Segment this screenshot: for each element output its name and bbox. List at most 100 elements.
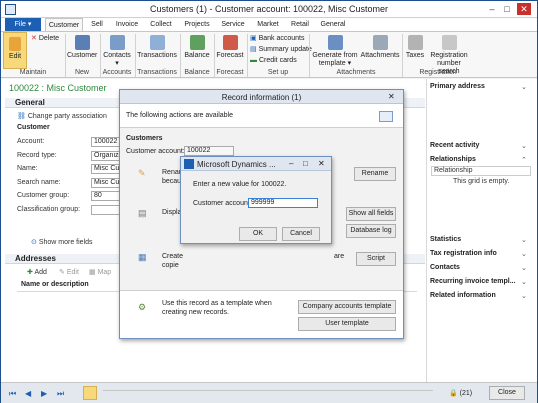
- classification-group-field[interactable]: [91, 205, 121, 215]
- chevron-up-icon[interactable]: ⌃: [521, 156, 527, 164]
- name-field[interactable]: Misc Cus: [91, 164, 121, 174]
- chevron-down-icon[interactable]: ⌄: [521, 264, 527, 272]
- customer-account-readonly: 100022: [184, 146, 234, 156]
- template-icon: ⚙: [138, 302, 147, 312]
- database-log-button[interactable]: Database log: [346, 224, 396, 238]
- chevron-down-icon[interactable]: ⌄: [521, 292, 527, 300]
- tab-sell[interactable]: Sell: [85, 18, 109, 31]
- generate-template-button[interactable]: Generate from template ▾: [312, 35, 358, 68]
- tab-customer[interactable]: Customer: [45, 18, 83, 31]
- attachments-button[interactable]: Attachments: [360, 35, 400, 60]
- dialog-close-button[interactable]: ✕: [388, 92, 395, 101]
- show-all-fields-button[interactable]: Show all fields: [346, 207, 396, 221]
- tab-market[interactable]: Market: [254, 18, 282, 31]
- group-setup: Set up: [267, 69, 289, 76]
- delete-button[interactable]: ✕ Delete: [31, 34, 59, 43]
- add-address-button[interactable]: ✚ Add: [27, 268, 47, 276]
- separator: [65, 34, 66, 77]
- pencil-icon: ✎: [59, 269, 65, 276]
- taxes-button[interactable]: Taxes: [404, 35, 426, 60]
- cancel-button[interactable]: Cancel: [282, 227, 320, 241]
- create-description-2: copie: [162, 262, 179, 269]
- group-balance: Balance: [184, 69, 210, 76]
- classification-group-label: Classification group:: [17, 206, 81, 213]
- tab-retail[interactable]: Retail: [288, 18, 312, 31]
- group-transactions: Transactions: [137, 69, 177, 76]
- statistics-header[interactable]: Statistics: [430, 236, 461, 243]
- group-forecast: Forecast: [216, 69, 244, 76]
- rename-prompt-dialog: Microsoft Dynamics ... – □ ✕ Enter a new…: [180, 156, 332, 244]
- related-information-header[interactable]: Related information: [430, 292, 496, 299]
- tab-file[interactable]: File ▾: [5, 18, 41, 31]
- close-button[interactable]: Close: [489, 386, 525, 400]
- new-customer-button[interactable]: Customer: [67, 35, 97, 60]
- tab-invoice[interactable]: Invoice: [113, 18, 141, 31]
- transactions-button[interactable]: Transactions: [137, 35, 177, 60]
- summary-update-button[interactable]: ▤ Summary update: [250, 45, 312, 54]
- show-more-fields-button[interactable]: ⊙ Show more fields: [31, 238, 93, 246]
- tab-service[interactable]: Service: [219, 18, 247, 31]
- contacts-button[interactable]: Contacts ▾: [102, 35, 132, 68]
- notification-count[interactable]: 🔒 (21): [449, 389, 472, 397]
- forecast-button[interactable]: Forecast: [215, 35, 245, 60]
- window-title: Customers (1) - Customer account: 100022…: [149, 4, 389, 14]
- recent-activity-header[interactable]: Recent activity: [430, 142, 479, 149]
- search-name-field[interactable]: Misc Cus: [91, 178, 121, 188]
- map-button[interactable]: ▦ Map: [89, 268, 111, 276]
- template-description-1: Use this record as a template when: [162, 300, 272, 307]
- first-record-icon[interactable]: ⏮: [9, 389, 16, 399]
- chevron-down-icon[interactable]: ⌄: [521, 142, 527, 150]
- maximize-button[interactable]: □: [500, 3, 514, 15]
- forecast-chart-icon: [222, 35, 238, 50]
- last-record-icon[interactable]: ⏭: [57, 389, 64, 399]
- script-icon: ▦: [138, 252, 147, 262]
- script-button[interactable]: Script: [356, 252, 396, 266]
- new-account-input[interactable]: 999999: [248, 198, 318, 208]
- rename-button[interactable]: Rename: [354, 167, 396, 181]
- contacts-header[interactable]: Contacts: [430, 264, 460, 271]
- title-bar: Customers (1) - Customer account: 100022…: [1, 1, 537, 18]
- account-field[interactable]: 100022: [91, 137, 121, 147]
- chevron-down-icon[interactable]: ⌄: [521, 278, 527, 286]
- group-new: New: [74, 69, 89, 76]
- balance-icon: [189, 35, 205, 50]
- record-type-field[interactable]: Organiza: [91, 151, 121, 161]
- user-template-button[interactable]: User template: [298, 317, 396, 331]
- close-window-button[interactable]: ✕: [517, 3, 531, 15]
- primary-address-header[interactable]: Primary address: [430, 83, 485, 90]
- balance-button[interactable]: Balance: [182, 35, 212, 60]
- chevron-down-icon[interactable]: ⌄: [521, 83, 527, 91]
- tab-general[interactable]: General: [318, 18, 348, 31]
- credit-cards-button[interactable]: ▬ Credit cards: [250, 56, 297, 65]
- recurring-invoice-header[interactable]: Recurring invoice templ...: [430, 278, 516, 285]
- ok-button[interactable]: OK: [239, 227, 277, 241]
- company-accounts-template-button[interactable]: Company accounts template: [298, 300, 396, 314]
- customer-group-field[interactable]: 80: [91, 191, 121, 201]
- display-icon: ▤: [138, 208, 147, 218]
- separator: [247, 34, 248, 77]
- customer-icon: [74, 35, 90, 50]
- prompt-close-button[interactable]: ✕: [318, 159, 325, 168]
- previous-record-icon[interactable]: ◀: [25, 389, 31, 398]
- prompt-minimize-button[interactable]: –: [289, 159, 293, 168]
- tab-collect[interactable]: Collect: [146, 18, 176, 31]
- next-record-icon[interactable]: ▶: [41, 389, 47, 398]
- dialog-title: Record information (1): [221, 93, 302, 102]
- tax-registration-header[interactable]: Tax registration info: [430, 250, 497, 257]
- edit-button[interactable]: Edit: [3, 32, 27, 69]
- minimize-button[interactable]: –: [485, 3, 499, 15]
- edit-address-button[interactable]: ✎ Edit: [59, 268, 79, 276]
- rename-icon: ✎: [138, 168, 146, 178]
- record-type-label: Record type:: [17, 152, 57, 159]
- bank-accounts-button[interactable]: ▣ Bank accounts: [250, 34, 305, 43]
- chevron-down-icon[interactable]: ⌄: [521, 250, 527, 258]
- relationships-header[interactable]: Relationships: [430, 156, 476, 163]
- paperclip-icon: [372, 35, 388, 50]
- change-party-button[interactable]: ⛓ Change party association: [17, 112, 107, 120]
- record-title: 100022 : Misc Customer: [9, 83, 107, 93]
- chevron-down-icon[interactable]: ⌄: [521, 236, 527, 244]
- prompt-maximize-button[interactable]: □: [303, 159, 308, 168]
- tab-projects[interactable]: Projects: [182, 18, 212, 31]
- edit-mode-icon[interactable]: [83, 386, 97, 400]
- customer-group-label: Customer group:: [17, 192, 70, 199]
